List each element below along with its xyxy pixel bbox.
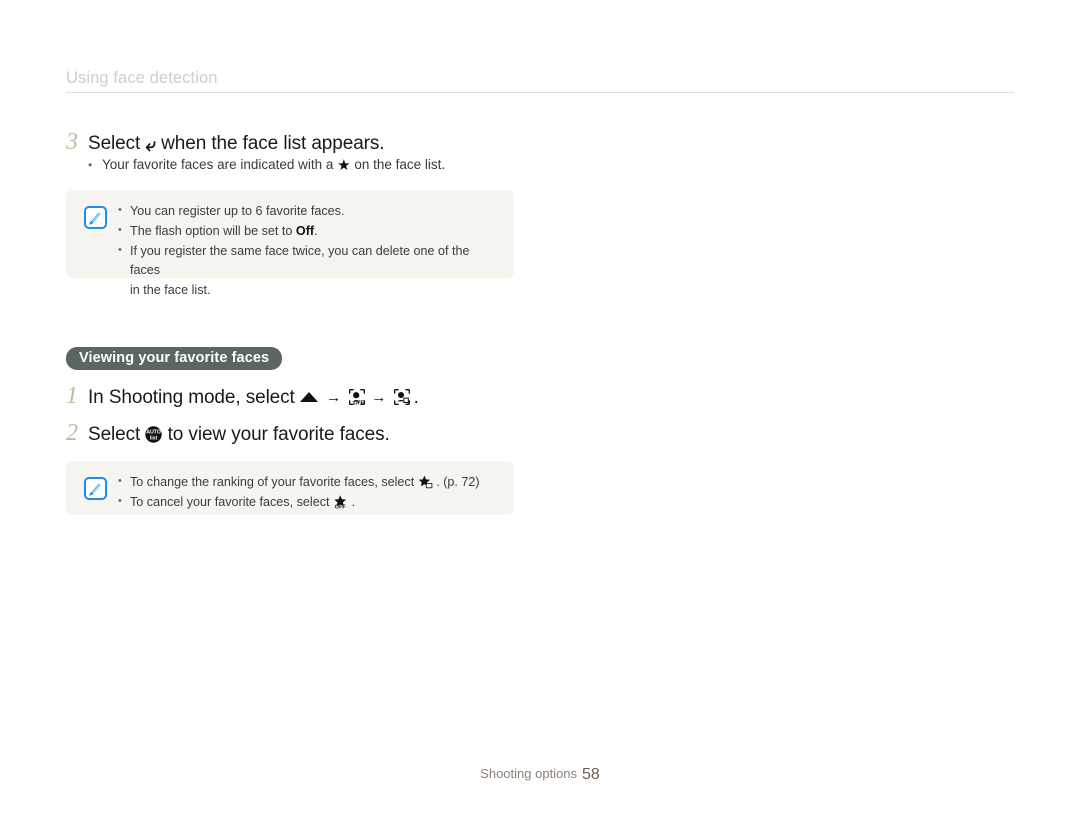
note-box-2: • To change the ranking of your favorite… bbox=[66, 461, 514, 515]
step-3: 3 Select ⤶ when the face list appears. bbox=[66, 129, 385, 156]
step-3-text-before: Select bbox=[88, 133, 141, 154]
note-item: • If you register the same face twice, y… bbox=[118, 242, 500, 299]
up-triangle-icon bbox=[299, 392, 318, 402]
step-1-text-after: . bbox=[413, 387, 419, 408]
back-arrow-icon: ⤶ bbox=[145, 135, 156, 156]
note-item-text-before: To change the ranking of your favorite f… bbox=[130, 475, 415, 489]
step-2-number: 2 bbox=[66, 420, 78, 446]
note-item-text: To change the ranking of your favorite f… bbox=[130, 473, 480, 492]
step-2-text-before: Select bbox=[88, 424, 141, 445]
note-item: • To cancel your favorite faces, select … bbox=[118, 493, 500, 512]
footer-label: Shooting options bbox=[480, 766, 578, 781]
note-box-2-list: • To change the ranking of your favorite… bbox=[118, 473, 500, 513]
note-item-text-after: . bbox=[314, 224, 318, 239]
note-item: • You can register up to 6 favorite face… bbox=[118, 202, 500, 221]
step-3-bullet-text-after: on the face list. bbox=[354, 157, 446, 172]
note-item-text-before: The flash option will be set to bbox=[130, 224, 296, 239]
svg-text:OFF: OFF bbox=[353, 401, 365, 405]
note-item-bold: Off bbox=[295, 224, 315, 239]
step-1-text: In Shooting mode, select → OFF → . bbox=[88, 386, 419, 410]
bullet-dot: • bbox=[88, 158, 93, 172]
step-3-number: 3 bbox=[66, 129, 78, 155]
running-head-title: Using face detection bbox=[66, 69, 218, 87]
note-pen-icon bbox=[84, 206, 107, 229]
star-off-icon: OFF bbox=[333, 495, 348, 511]
note-pen-icon bbox=[84, 477, 107, 500]
page-footer: Shooting options 58 bbox=[0, 766, 1080, 784]
note-item-text: The flash option will be set to Off. bbox=[130, 222, 318, 241]
bullet-dot: • bbox=[118, 224, 122, 237]
note-item: • The flash option will be set to Off. bbox=[118, 222, 500, 241]
arrow-right-icon: → bbox=[326, 389, 342, 406]
step-3-bullet: • Your favorite faces are indicated with… bbox=[88, 156, 608, 175]
note-item-text-before: To cancel your favorite faces, select bbox=[130, 495, 330, 510]
section-heading-pill: Viewing your favorite faces bbox=[66, 347, 283, 370]
step-3-text-after: when the face list appears. bbox=[161, 133, 385, 154]
step-1: 1 In Shooting mode, select → OFF → . bbox=[66, 384, 419, 410]
svg-text:OFF: OFF bbox=[335, 505, 346, 509]
smart-face-recognition-off-icon: OFF bbox=[349, 388, 366, 407]
bullet-dot: • bbox=[118, 244, 122, 257]
auto-face-list-icon: AUTO list bbox=[145, 426, 163, 443]
note-item-text: You can register up to 6 favorite faces. bbox=[130, 204, 345, 218]
note-box-1-list: • You can register up to 6 favorite face… bbox=[118, 202, 500, 301]
note-box-1: • You can register up to 6 favorite face… bbox=[66, 190, 514, 297]
note-item-text-after: . (p. 72) bbox=[436, 475, 480, 489]
step-3-text: Select ⤶ when the face list appears. bbox=[88, 132, 385, 156]
note-item-text-line2: in the face list. bbox=[130, 282, 211, 297]
footer-page-number: 58 bbox=[582, 766, 600, 783]
step-3-bullet-text-before: Your favorite faces are indicated with a bbox=[102, 157, 334, 172]
note-item-text-line1: If you register the same face twice, you… bbox=[130, 244, 470, 278]
star-icon: ★ bbox=[337, 157, 351, 174]
note-item-text: To cancel your favorite faces, select OF… bbox=[130, 493, 355, 512]
arrow-right-icon: → bbox=[371, 389, 387, 406]
running-head: Using face detection bbox=[66, 70, 1014, 93]
step-1-text-before: In Shooting mode, select bbox=[88, 387, 295, 408]
step-2-text: Select AUTO list to view your favorite f… bbox=[88, 423, 390, 447]
manual-page: Using face detection 3 Select ⤶ when the… bbox=[0, 0, 1080, 815]
note-item-text: If you register the same face twice, you… bbox=[130, 242, 500, 299]
bullet-dot: • bbox=[118, 495, 122, 508]
bullet-dot: • bbox=[118, 475, 122, 487]
star-rank-icon bbox=[418, 475, 433, 489]
step-1-number: 1 bbox=[66, 383, 78, 409]
step-3-bullet-text: Your favorite faces are indicated with a… bbox=[102, 156, 445, 175]
note-item-text-after: . bbox=[351, 495, 356, 510]
smart-face-recognition-icon bbox=[394, 388, 411, 406]
running-head-divider bbox=[66, 92, 1014, 93]
bullet-dot: • bbox=[118, 204, 122, 216]
svg-text:list: list bbox=[150, 436, 158, 442]
step-2: 2 Select AUTO list to view your favorite… bbox=[66, 421, 390, 447]
step-2-text-after: to view your favorite faces. bbox=[167, 424, 390, 445]
note-item: • To change the ranking of your favorite… bbox=[118, 473, 500, 492]
